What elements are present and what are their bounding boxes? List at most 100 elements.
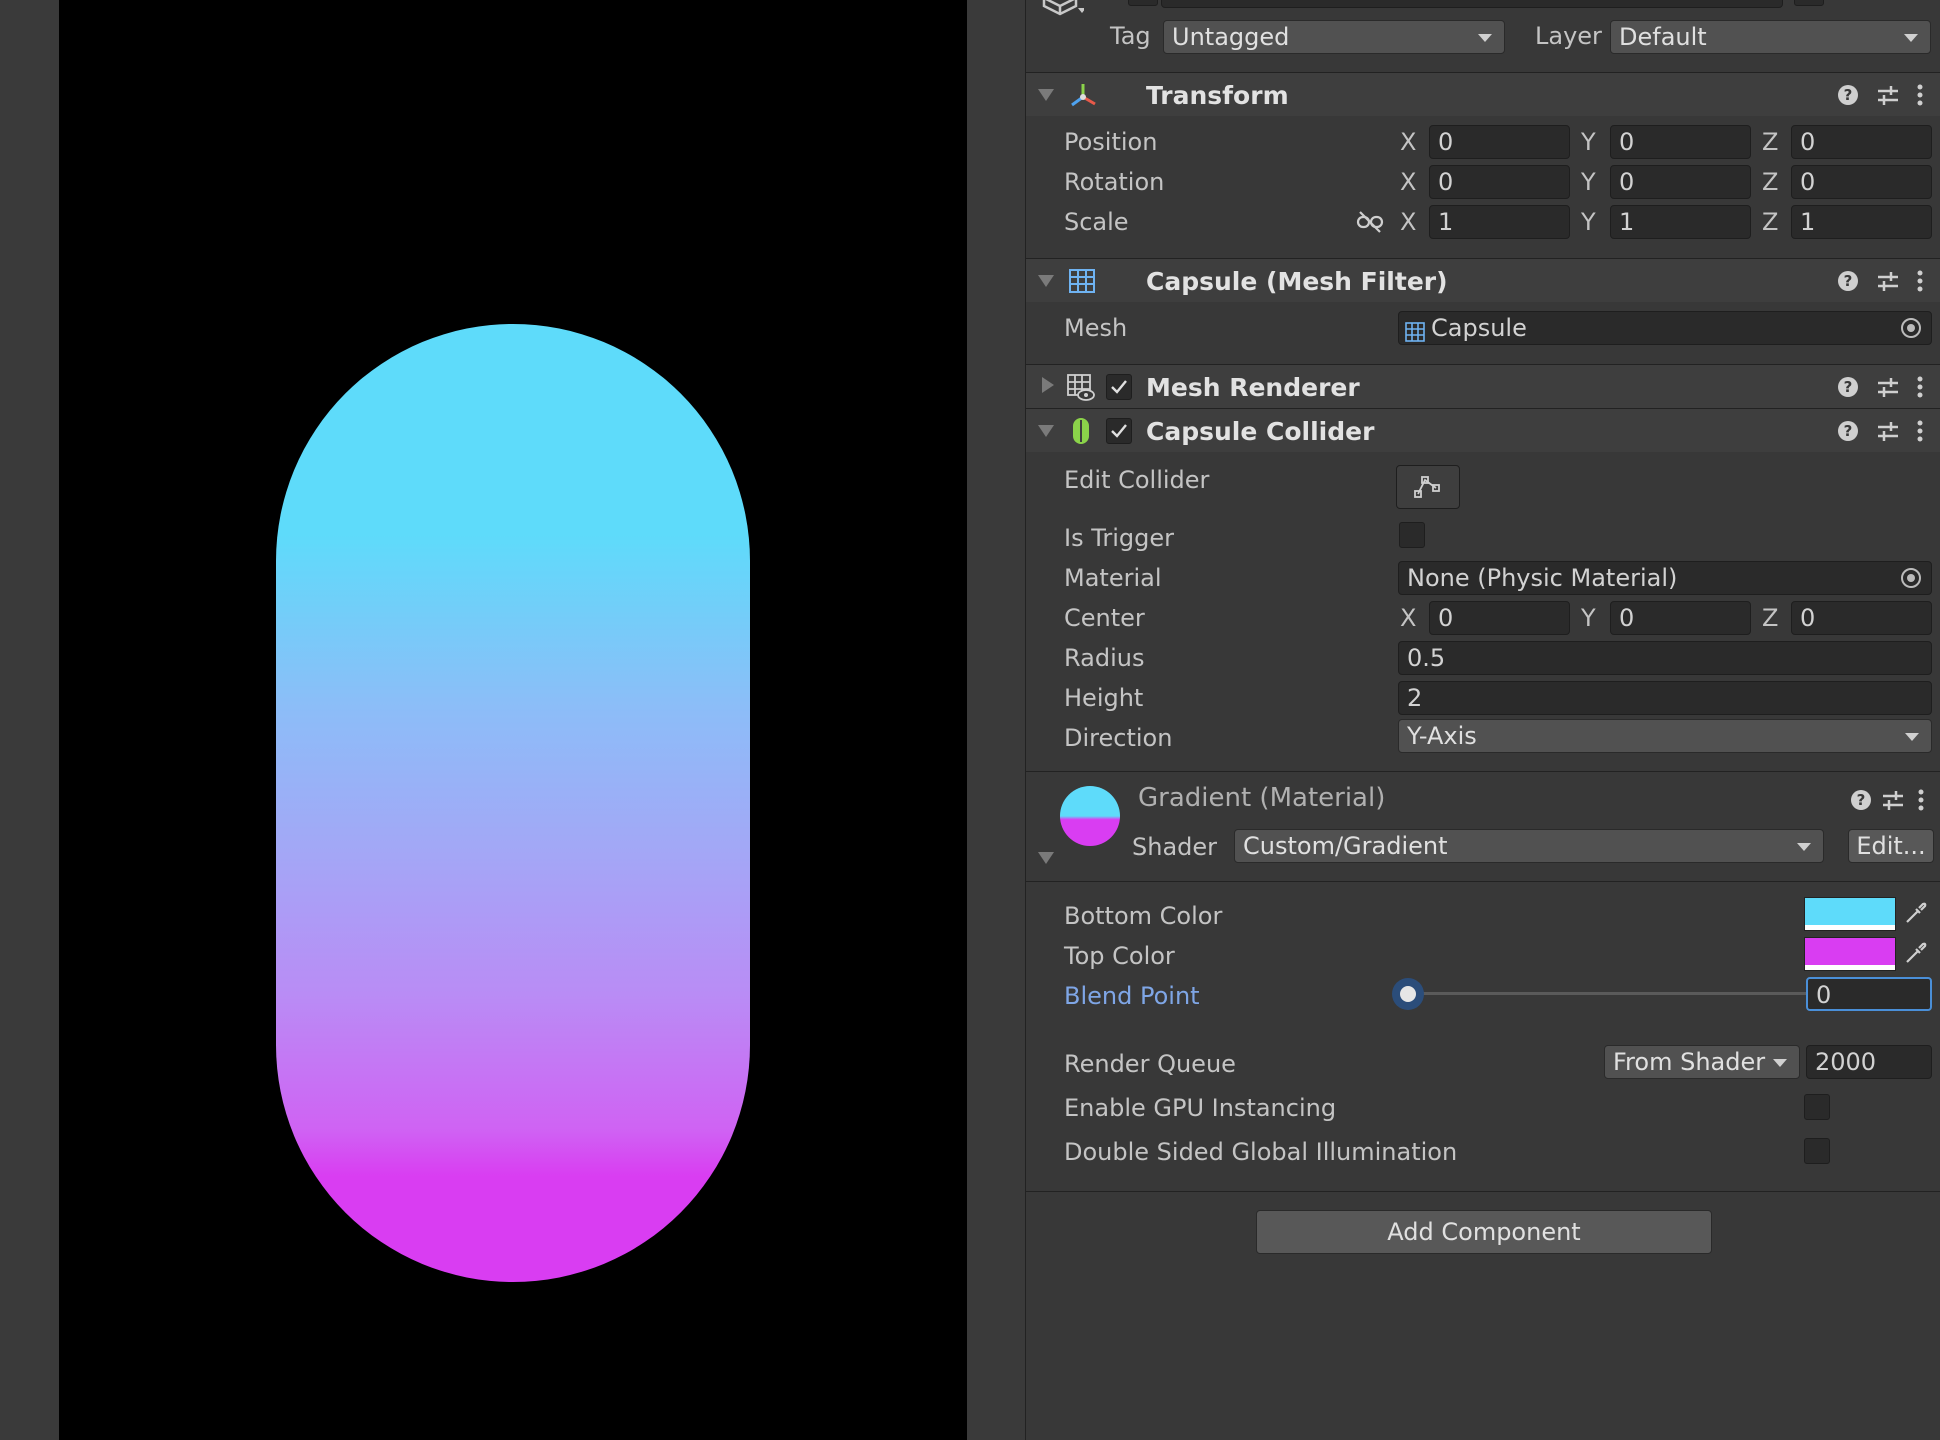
edit-collider-icon [1414, 474, 1442, 504]
chevron-down-icon [1904, 34, 1918, 42]
presets-icon[interactable] [1875, 418, 1901, 444]
presets-icon[interactable] [1875, 374, 1901, 400]
position-x-field[interactable]: 0 [1429, 125, 1570, 159]
layer-dropdown[interactable]: Default [1610, 20, 1931, 54]
fold-arrow-icon[interactable] [1038, 275, 1054, 287]
scale-y-field[interactable]: 1 [1610, 205, 1751, 239]
material-fold-arrow-icon[interactable] [1038, 852, 1054, 864]
center-label: Center [1064, 604, 1145, 632]
capsule-collider-enabled-checkbox[interactable] [1106, 418, 1132, 444]
fold-arrow-icon[interactable] [1042, 377, 1054, 393]
blend-point-label: Blend Point [1064, 982, 1200, 1010]
gpu-instancing-checkbox[interactable] [1804, 1094, 1830, 1120]
fold-arrow-icon[interactable] [1038, 89, 1054, 101]
axis-z-label: Z [1762, 604, 1779, 632]
blend-point-slider-handle[interactable] [1392, 978, 1424, 1010]
transform-title: Transform [1146, 81, 1289, 110]
transform-header[interactable]: Transform ? [1026, 72, 1940, 116]
axis-x-label: X [1400, 208, 1417, 236]
blend-point-slider-track[interactable] [1409, 992, 1821, 995]
direction-dropdown[interactable]: Y-Axis [1398, 719, 1932, 753]
height-field[interactable]: 2 [1398, 681, 1932, 715]
position-z-field[interactable]: 0 [1791, 125, 1932, 159]
presets-icon[interactable] [1875, 82, 1901, 108]
capsule-object[interactable] [276, 324, 750, 1282]
mesh-asset-icon [1405, 318, 1425, 344]
shader-edit-button[interactable]: Edit... [1848, 829, 1934, 863]
center-y-field[interactable]: 0 [1610, 601, 1751, 635]
more-icon[interactable] [1908, 787, 1934, 813]
more-icon[interactable] [1907, 82, 1933, 108]
eyedropper-icon[interactable] [1902, 939, 1930, 971]
is-trigger-checkbox[interactable] [1399, 522, 1425, 548]
mesh-filter-header[interactable]: Capsule (Mesh Filter) ? [1026, 258, 1940, 302]
radius-field[interactable]: 0.5 [1398, 641, 1932, 675]
material-title: Gradient (Material) [1138, 783, 1386, 813]
tag-dropdown[interactable]: Untagged [1163, 20, 1505, 54]
scale-x-field[interactable]: 1 [1429, 205, 1570, 239]
presets-icon[interactable] [1880, 787, 1906, 813]
top-name-field[interactable] [1161, 0, 1783, 8]
svg-text:?: ? [1844, 422, 1853, 440]
chevron-down-icon [1773, 1059, 1787, 1067]
axis-y-label: Y [1581, 128, 1596, 156]
mesh-renderer-enabled-checkbox[interactable] [1106, 374, 1132, 400]
scene-view-canvas[interactable] [59, 0, 967, 1440]
alpha-bar [1805, 925, 1895, 930]
help-icon[interactable]: ? [1835, 82, 1861, 108]
capsule-collider-header[interactable]: Capsule Collider ? [1026, 408, 1940, 452]
mesh-object-field[interactable]: Capsule [1398, 311, 1932, 345]
blend-point-field[interactable]: 0 [1806, 977, 1932, 1011]
object-picker-icon[interactable] [1901, 318, 1921, 338]
position-y-field[interactable]: 0 [1610, 125, 1751, 159]
more-icon[interactable] [1907, 268, 1933, 294]
top-color-label: Top Color [1064, 942, 1175, 970]
help-icon[interactable]: ? [1835, 418, 1861, 444]
edit-collider-button[interactable] [1396, 465, 1460, 509]
rotation-x-field[interactable]: 0 [1429, 165, 1570, 199]
axis-z-label: Z [1762, 128, 1779, 156]
capsule-collider-icon [1070, 416, 1092, 450]
scale-z-field[interactable]: 1 [1791, 205, 1932, 239]
double-sided-gi-checkbox[interactable] [1804, 1138, 1830, 1164]
bottom-color-swatch[interactable] [1804, 897, 1896, 931]
physic-material-field[interactable]: None (Physic Material) [1398, 561, 1932, 595]
rotation-y-field[interactable]: 0 [1610, 165, 1751, 199]
scene-viewport[interactable] [0, 0, 1025, 1440]
presets-icon[interactable] [1875, 268, 1901, 294]
material-header-icons: ? [1848, 787, 1938, 813]
render-queue-mode-value: From Shader [1613, 1048, 1766, 1076]
mesh-renderer-header[interactable]: Mesh Renderer ? [1026, 364, 1940, 408]
more-icon[interactable] [1907, 374, 1933, 400]
more-icon[interactable] [1907, 418, 1933, 444]
render-queue-mode-dropdown[interactable]: From Shader [1604, 1045, 1800, 1079]
object-picker-icon[interactable] [1901, 568, 1921, 588]
axis-x-label: X [1400, 168, 1417, 196]
top-color-swatch[interactable] [1804, 937, 1896, 971]
help-icon[interactable]: ? [1848, 787, 1874, 813]
tag-label: Tag [1110, 22, 1151, 50]
help-icon[interactable]: ? [1835, 268, 1861, 294]
chevron-down-icon [1797, 843, 1811, 851]
shader-dropdown[interactable]: Custom/Gradient [1234, 829, 1824, 863]
center-x-field[interactable]: 0 [1429, 601, 1570, 635]
bottom-color-label: Bottom Color [1064, 902, 1223, 930]
axis-z-label: Z [1762, 168, 1779, 196]
eyedropper-icon[interactable] [1902, 899, 1930, 931]
rotation-z-field[interactable]: 0 [1791, 165, 1932, 199]
render-queue-field[interactable]: 2000 [1806, 1045, 1932, 1079]
chevron-down-icon [1905, 733, 1919, 741]
shader-label: Shader [1132, 833, 1218, 861]
direction-label: Direction [1064, 724, 1173, 752]
axis-z-label: Z [1762, 208, 1779, 236]
header-icons: ? [1827, 268, 1927, 294]
capsule-collider-title: Capsule Collider [1146, 417, 1375, 446]
axis-y-label: Y [1581, 604, 1596, 632]
fold-arrow-icon[interactable] [1038, 425, 1054, 437]
help-icon[interactable]: ? [1835, 374, 1861, 400]
gameobject-icon[interactable] [1040, 0, 1086, 24]
unlink-scale-icon[interactable] [1356, 210, 1384, 238]
center-z-field[interactable]: 0 [1791, 601, 1932, 635]
top-static-remnant [1794, 0, 1824, 6]
add-component-button[interactable]: Add Component [1256, 1210, 1712, 1254]
